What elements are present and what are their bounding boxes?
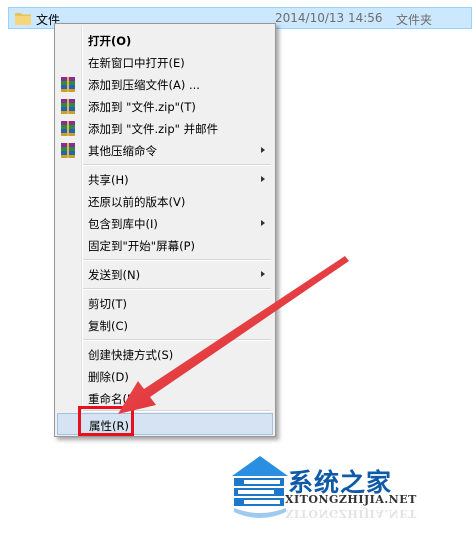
watermark-url: XITONGZHIJIA.NET <box>285 493 417 506</box>
watermark-url-reflection: XITONGZHIJIA.NET <box>285 507 417 520</box>
